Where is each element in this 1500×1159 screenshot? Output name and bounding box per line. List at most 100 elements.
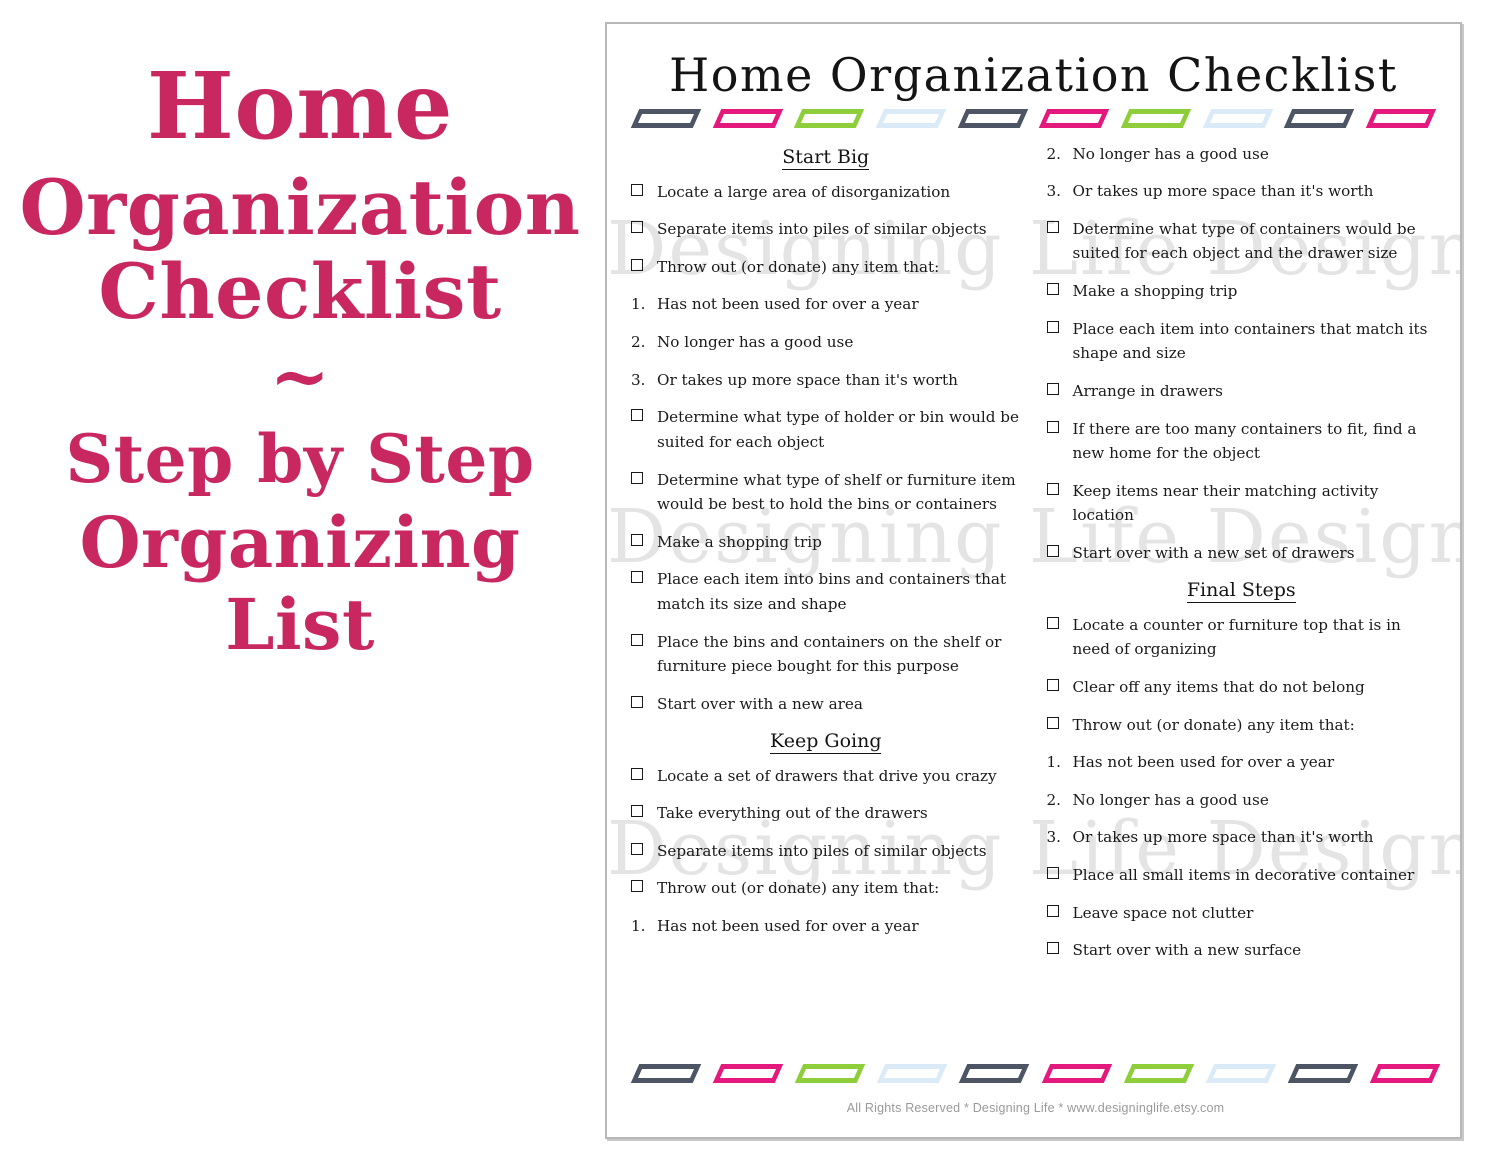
checkbox-icon[interactable] [627, 801, 657, 818]
checkbox-icon[interactable] [1043, 863, 1073, 880]
checklist-item[interactable]: Arrange in drawers [1043, 379, 1441, 404]
checklist-item[interactable]: Make a shopping trip [1043, 279, 1441, 304]
checklist-item[interactable]: Determine what type of shelf or furnitur… [627, 468, 1025, 517]
checkbox-icon[interactable] [1043, 713, 1073, 729]
checkbox-square-icon[interactable] [1046, 545, 1059, 558]
checkbox-square-icon[interactable] [631, 767, 643, 780]
checkbox-square-icon[interactable] [1046, 420, 1059, 433]
checklist-item[interactable]: Separate items into piles of similar obj… [627, 839, 1025, 864]
checklist-item[interactable]: Place the bins and containers on the she… [627, 630, 1025, 679]
list-number: 3. [631, 370, 646, 389]
checkbox-icon[interactable] [1043, 541, 1073, 558]
checkbox-icon[interactable] [627, 530, 657, 546]
checkbox-icon[interactable] [627, 567, 657, 584]
checklist-item[interactable]: Place all small items in decorative cont… [1043, 863, 1441, 888]
checklist-item[interactable]: Clear off any items that do not belong [1043, 675, 1441, 700]
checklist-item[interactable]: Throw out (or donate) any item that: [1043, 713, 1441, 738]
checklist-items-start-big: Locate a large area of disorganization Se… [627, 180, 1025, 717]
checkbox-square-icon[interactable] [1046, 616, 1059, 629]
checklist-item[interactable]: 3. Or takes up more space than it's worth [1043, 179, 1441, 204]
checklist-item[interactable]: 2. No longer has a good use [1043, 788, 1441, 813]
checklist-column-left: Start Big Locate a large area of disorga… [627, 142, 1025, 952]
checkbox-icon[interactable] [627, 630, 657, 646]
checkbox-icon[interactable] [1043, 217, 1073, 233]
checkbox-icon[interactable] [1043, 901, 1073, 917]
checkbox-square-icon[interactable] [631, 258, 643, 271]
checkbox-icon[interactable] [1043, 613, 1073, 629]
checklist-item[interactable]: Take everything out of the drawers [627, 801, 1025, 826]
checkbox-icon[interactable] [1043, 938, 1073, 955]
checklist-item[interactable]: 2. No longer has a good use [627, 330, 1025, 355]
checklist-item[interactable]: Start over with a new set of drawers [1043, 541, 1441, 566]
checkbox-square-icon[interactable] [631, 221, 643, 234]
checkbox-icon[interactable] [1043, 479, 1073, 495]
checkbox-icon[interactable] [1043, 379, 1073, 395]
checklist-item[interactable]: Place each item into bins and containers… [627, 567, 1025, 616]
checklist-item[interactable]: Locate a large area of disorganization [627, 180, 1025, 205]
checklist-item[interactable]: 3. Or takes up more space than it's worth [1043, 825, 1441, 850]
checklist-item[interactable]: 2. No longer has a good use [1043, 142, 1441, 167]
checkbox-icon[interactable] [627, 255, 657, 271]
checklist-item[interactable]: 1. Has not been used for over a year [627, 914, 1025, 939]
checkbox-icon[interactable] [627, 405, 657, 422]
checklist-item[interactable]: Make a shopping trip [627, 530, 1025, 555]
checkbox-square-icon[interactable] [631, 842, 643, 855]
checkbox-square-icon[interactable] [631, 880, 643, 893]
section-heading-label: Keep Going [770, 729, 882, 754]
checkbox-square-icon[interactable] [1046, 320, 1059, 333]
checkbox-square-icon[interactable] [1046, 220, 1059, 233]
checklist-item[interactable]: Start over with a new area [627, 692, 1025, 717]
checkbox-square-icon[interactable] [1046, 382, 1059, 395]
checklist-item[interactable]: If there are too many containers to fit,… [1043, 417, 1441, 466]
checkbox-icon[interactable] [627, 876, 657, 893]
checklist-item-label: Determine what type of containers would … [1072, 219, 1416, 263]
checkbox-icon[interactable] [627, 692, 657, 708]
checkbox-icon[interactable] [1043, 279, 1073, 296]
checklist-item[interactable]: Locate a counter or furniture top that i… [1043, 613, 1441, 662]
checkbox-square-icon[interactable] [631, 183, 643, 196]
checklist-item-label: Make a shopping trip [657, 532, 822, 551]
checklist-item[interactable]: Throw out (or donate) any item that: [627, 876, 1025, 901]
checkbox-square-icon[interactable] [631, 471, 643, 484]
checkbox-square-icon[interactable] [1046, 942, 1059, 955]
checkbox-square-icon[interactable] [1046, 482, 1059, 495]
checklist-items-keep-going: Locate a set of drawers that drive you c… [627, 764, 1025, 939]
checkbox-icon[interactable] [1043, 417, 1073, 433]
checklist-item[interactable]: Locate a set of drawers that drive you c… [627, 764, 1025, 789]
checkbox-icon[interactable] [627, 764, 657, 780]
checkbox-icon[interactable] [1043, 317, 1073, 333]
checkbox-square-icon[interactable] [1046, 283, 1059, 296]
section-heading-label: Final Steps [1186, 578, 1296, 603]
checklist-item-label: Throw out (or donate) any item that: [657, 257, 940, 276]
checklist-item[interactable]: 1. Has not been used for over a year [1043, 750, 1441, 775]
checkbox-square-icon[interactable] [631, 533, 643, 546]
checkbox-icon[interactable] [1043, 675, 1073, 691]
checklist-item[interactable]: Start over with a new surface [1043, 938, 1441, 963]
checkbox-square-icon[interactable] [1046, 678, 1059, 691]
checklist-item[interactable]: 3. Or takes up more space than it's worth [627, 368, 1025, 393]
checkbox-square-icon[interactable] [631, 633, 643, 646]
page-root: Home Organization Checklist ~ Step by St… [0, 0, 1500, 1159]
checklist-item[interactable]: Separate items into piles of similar obj… [627, 217, 1025, 242]
checkbox-square-icon[interactable] [1046, 716, 1059, 729]
checklist-item[interactable]: Place each item into containers that mat… [1043, 317, 1441, 366]
checklist-item[interactable]: Leave space not clutter [1043, 901, 1441, 926]
checkbox-square-icon[interactable] [631, 695, 643, 708]
checklist-item-label: Determine what type of shelf or furnitur… [657, 470, 1016, 514]
checklist-item[interactable]: 1. Has not been used for over a year [627, 292, 1025, 317]
checklist-item[interactable]: Determine what type of containers would … [1043, 217, 1441, 266]
checkbox-icon[interactable] [627, 217, 657, 234]
checkbox-square-icon[interactable] [631, 805, 643, 818]
checkbox-square-icon[interactable] [1046, 867, 1059, 880]
section-heading-start-big: Start Big [627, 145, 1025, 170]
promo-title-organization: Organization [19, 163, 581, 252]
checkbox-square-icon[interactable] [631, 571, 643, 584]
checkbox-icon[interactable] [627, 180, 657, 196]
checkbox-icon[interactable] [627, 839, 657, 855]
checklist-item[interactable]: Determine what type of holder or bin wou… [627, 405, 1025, 454]
checklist-item[interactable]: Throw out (or donate) any item that: [627, 255, 1025, 280]
checklist-item[interactable]: Keep items near their matching activity … [1043, 479, 1441, 528]
checkbox-square-icon[interactable] [631, 409, 643, 422]
checkbox-icon[interactable] [627, 468, 657, 484]
checkbox-square-icon[interactable] [1046, 904, 1059, 917]
